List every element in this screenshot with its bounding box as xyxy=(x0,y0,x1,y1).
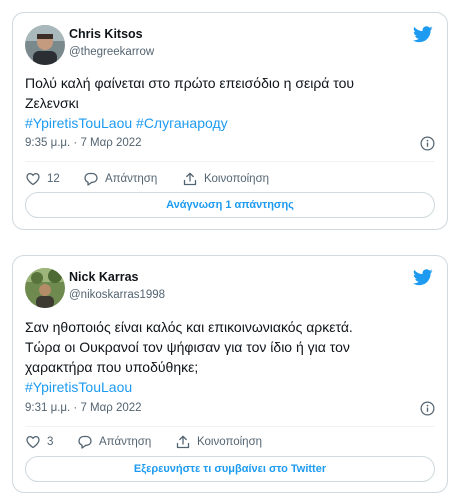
reply-button[interactable]: Απάντηση xyxy=(77,432,151,452)
share-label: Κοινοποίηση xyxy=(197,436,263,448)
tweet-card: Nick Karras @nikoskarras1998 Σαν ηθοποιό… xyxy=(12,255,448,493)
tweet-actions: 12 Απάντηση Κοινοποίηση xyxy=(25,169,437,189)
share-button[interactable]: Κοινοποίηση xyxy=(182,169,269,189)
avatar[interactable] xyxy=(25,268,65,308)
tweet-text: Σαν ηθοποιός είναι καλός και επικοινωνια… xyxy=(25,317,435,397)
share-icon xyxy=(176,435,190,449)
info-icon[interactable] xyxy=(420,401,435,416)
reply-label: Απάντηση xyxy=(105,173,158,185)
share-icon xyxy=(183,172,197,186)
hashtag-links[interactable]: #YpiretisTouLaou #Слуганароду xyxy=(25,113,435,133)
reply-button[interactable]: Απάντηση xyxy=(83,169,157,189)
heart-icon xyxy=(26,172,40,186)
user-handle[interactable]: @nikoskarras1998 xyxy=(69,289,165,301)
divider xyxy=(25,426,435,427)
like-button[interactable]: 12 xyxy=(25,169,60,189)
share-button[interactable]: Κοινοποίηση xyxy=(175,432,262,452)
tweet-actions: 3 Απάντηση Κοινοποίηση xyxy=(25,432,437,452)
like-count: 3 xyxy=(47,436,54,448)
avatar[interactable] xyxy=(25,25,65,65)
hashtag-links[interactable]: #YpiretisTouLaou xyxy=(25,377,435,397)
like-count: 12 xyxy=(47,173,60,185)
twitter-bird-icon[interactable] xyxy=(413,26,433,43)
share-label: Κοινοποίηση xyxy=(204,173,270,185)
display-name[interactable]: Chris Kitsos xyxy=(69,27,143,41)
twitter-bird-icon[interactable] xyxy=(413,269,433,286)
tweet-card: Chris Kitsos @thegreekarrow Πολύ καλή φα… xyxy=(12,12,448,230)
explore-twitter-button[interactable]: Εξερευνήστε τι συμβαίνει στο Twitter xyxy=(25,456,435,482)
reply-bubble-icon xyxy=(84,172,98,186)
read-replies-button[interactable]: Ανάγνωση 1 απάντησης xyxy=(25,192,435,218)
info-icon[interactable] xyxy=(420,136,435,151)
reply-label: Απάντηση xyxy=(99,436,152,448)
timestamp[interactable]: 9:35 μ.μ. · 7 Μαρ 2022 xyxy=(25,137,142,149)
heart-icon xyxy=(26,435,40,449)
user-handle[interactable]: @thegreekarrow xyxy=(69,46,154,58)
divider xyxy=(25,161,435,162)
like-button[interactable]: 3 xyxy=(25,432,53,452)
tweet-text: Πολύ καλή φαίνεται στο πρώτο επεισόδιο η… xyxy=(25,73,435,133)
display-name[interactable]: Nick Karras xyxy=(69,270,139,284)
timestamp[interactable]: 9:31 μ.μ. · 7 Μαρ 2022 xyxy=(25,402,142,414)
reply-bubble-icon xyxy=(78,435,92,449)
